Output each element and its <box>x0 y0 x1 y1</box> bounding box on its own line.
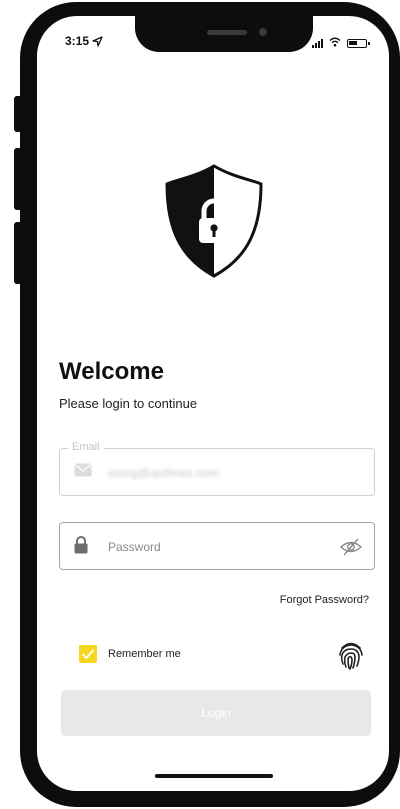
side-button-volume-up <box>14 148 22 210</box>
page-subtitle: Please login to continue <box>59 396 198 411</box>
remember-me-label[interactable]: Remember me <box>108 648 181 660</box>
wifi-icon <box>329 34 341 52</box>
status-icons <box>312 34 370 52</box>
envelope-icon <box>74 463 92 482</box>
app-screen: 3:15 Welcome Please login to continue Em… <box>37 16 389 791</box>
side-button-silent <box>14 96 22 132</box>
password-field[interactable]: Password <box>59 522 375 570</box>
notch <box>135 16 313 52</box>
status-time: 3:15 <box>65 34 104 50</box>
home-indicator[interactable] <box>155 774 273 778</box>
signal-icon <box>312 38 323 48</box>
email-input-value[interactable]: soorg@authnex.com <box>108 466 219 480</box>
shield-lock-icon <box>163 162 265 280</box>
password-input[interactable]: Password <box>108 540 161 554</box>
fingerprint-icon[interactable] <box>337 640 365 675</box>
email-field-label: Email <box>68 441 104 453</box>
page-title: Welcome <box>59 358 164 385</box>
eye-off-icon[interactable] <box>339 537 363 562</box>
lock-icon <box>74 536 88 559</box>
login-button[interactable]: Login <box>61 690 371 736</box>
checkmark-icon <box>82 649 94 659</box>
side-button-volume-down <box>14 222 22 284</box>
battery-icon <box>347 38 370 48</box>
status-time-text: 3:15 <box>65 34 90 48</box>
forgot-password-link[interactable]: Forgot Password? <box>280 594 369 606</box>
email-field[interactable]: Email soorg@authnex.com <box>59 441 375 496</box>
front-camera <box>259 28 267 36</box>
remember-me-checkbox[interactable] <box>79 645 97 663</box>
location-arrow-icon <box>92 36 104 50</box>
speaker <box>207 30 247 35</box>
